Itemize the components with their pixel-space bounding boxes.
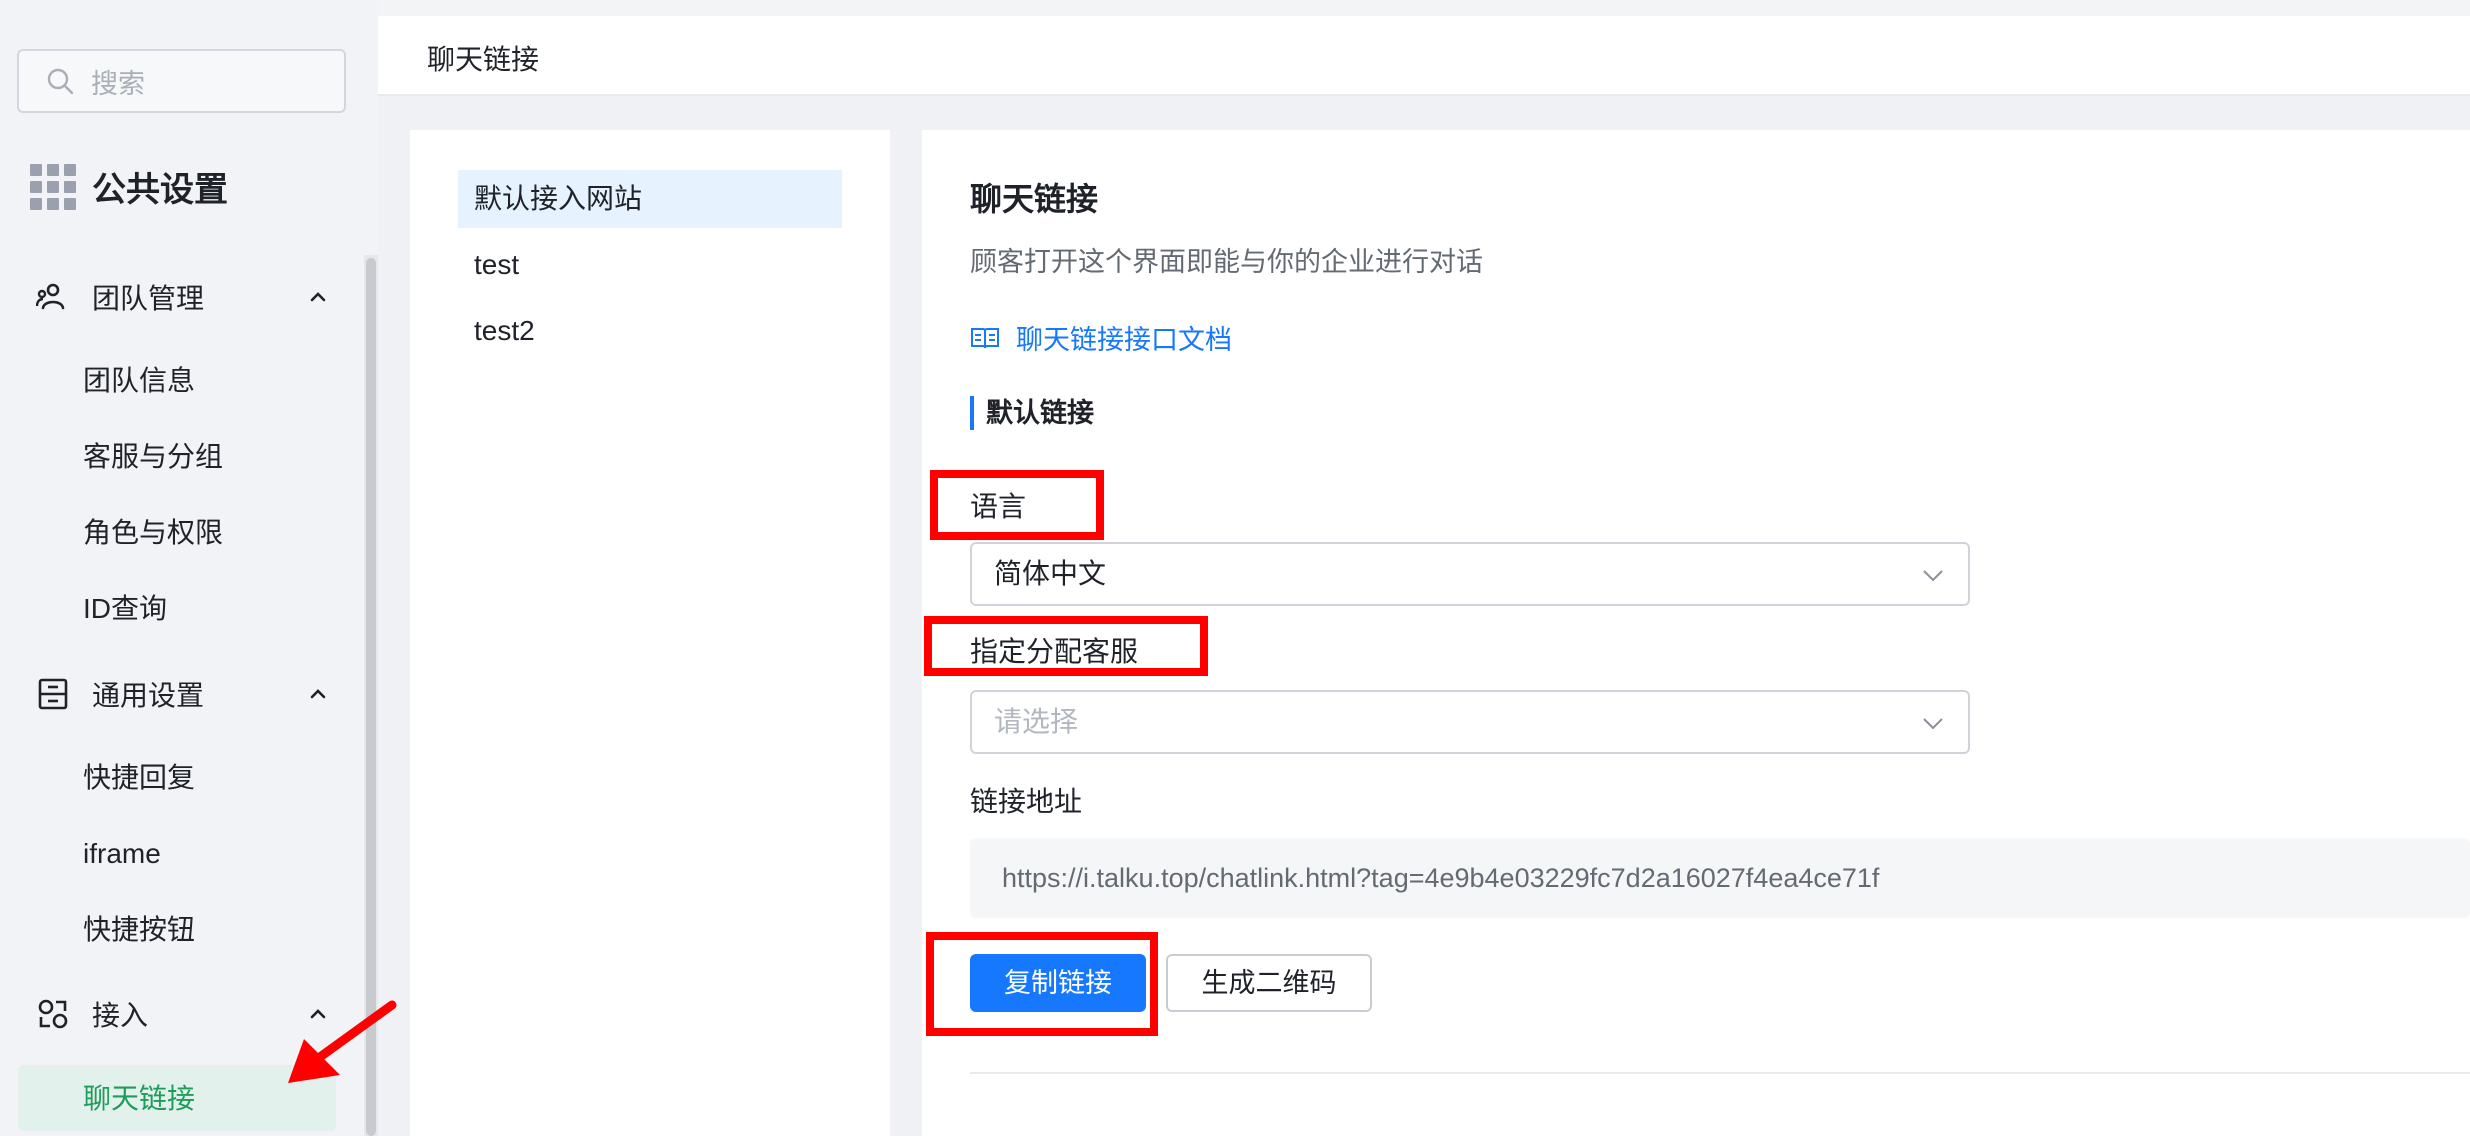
link-url-value[interactable]: https://i.talku.top/chatlink.html?tag=4e… bbox=[970, 838, 2470, 918]
generate-qrcode-button[interactable]: 生成二维码 bbox=[1166, 954, 1372, 1012]
chevron-up-icon[interactable] bbox=[308, 287, 328, 307]
search-placeholder: 搜索 bbox=[91, 68, 145, 99]
team-icon bbox=[36, 283, 65, 310]
sidebar-group-team[interactable]: 团队管理 bbox=[36, 269, 336, 325]
divider bbox=[970, 1072, 2470, 1074]
search-input[interactable]: 搜索 bbox=[17, 49, 346, 113]
chevron-up-icon[interactable] bbox=[308, 684, 328, 704]
sidebar-item-label: 聊天链接 bbox=[83, 1083, 196, 1114]
apps-grid-icon bbox=[30, 163, 76, 210]
assign-agent-placeholder: 请选择 bbox=[994, 706, 1079, 737]
annotation-arrow-icon bbox=[288, 1000, 397, 1083]
api-doc-link-label: 聊天链接接口文档 bbox=[1016, 325, 1232, 355]
site-list-panel: 默认接入网站 test test2 bbox=[410, 130, 890, 1136]
language-select-value: 简体中文 bbox=[994, 558, 1107, 589]
sidebar-item-quick-reply[interactable]: 快捷回复 bbox=[83, 758, 195, 798]
chevron-down-icon bbox=[1923, 718, 1943, 730]
link-url-label: 链接地址 bbox=[970, 786, 1083, 817]
language-select[interactable]: 简体中文 bbox=[970, 542, 1970, 606]
page-title: 聊天链接 bbox=[427, 44, 540, 75]
highlight-box-language bbox=[930, 470, 1104, 540]
book-icon bbox=[971, 327, 999, 348]
sidebar-item-agents-groups[interactable]: 客服与分组 bbox=[83, 437, 223, 477]
chevron-down-icon bbox=[1923, 570, 1943, 582]
panel-description: 顾客打开这个界面即能与你的企业进行对话 bbox=[970, 247, 1483, 277]
sidebar-group-label: 团队管理 bbox=[92, 283, 205, 314]
section-title: 默认链接 bbox=[970, 396, 1094, 430]
site-item-test2[interactable]: test2 bbox=[458, 302, 842, 360]
sidebar-item-team-info[interactable]: 团队信息 bbox=[83, 361, 195, 401]
sidebar-group-label: 通用设置 bbox=[92, 680, 205, 711]
sidebar-group-label: 接入 bbox=[92, 1000, 149, 1031]
sidebar-item-roles-permissions[interactable]: 角色与权限 bbox=[83, 513, 223, 553]
sidebar-group-general[interactable]: 通用设置 bbox=[36, 666, 336, 722]
assign-agent-select[interactable]: 请选择 bbox=[970, 690, 1970, 754]
api-doc-link[interactable]: 聊天链接接口文档 bbox=[970, 318, 1232, 357]
sidebar-item-id-lookup[interactable]: ID查询 bbox=[83, 589, 167, 629]
highlight-box-copy-link bbox=[926, 932, 1158, 1036]
brand: 公共设置 bbox=[30, 162, 228, 211]
site-item-default[interactable]: 默认接入网站 bbox=[458, 170, 842, 228]
brand-title: 公共设置 bbox=[92, 171, 228, 209]
site-item-test[interactable]: test bbox=[458, 236, 842, 294]
sidebar-item-iframe[interactable]: iframe bbox=[83, 834, 161, 874]
panel-title: 聊天链接 bbox=[970, 181, 1099, 217]
settings-icon bbox=[38, 678, 68, 710]
sidebar-item-quick-buttons[interactable]: 快捷按钮 bbox=[83, 910, 195, 950]
search-icon bbox=[47, 68, 74, 95]
access-icon bbox=[38, 999, 68, 1029]
header-bar: 聊天链接 bbox=[378, 0, 2470, 96]
highlight-box-assign-agent bbox=[924, 616, 1208, 676]
sidebar: 搜索 公共设置 团队管理 团队信息 客服与分组 角色与权限 ID查询 通用设置 … bbox=[0, 0, 378, 1136]
